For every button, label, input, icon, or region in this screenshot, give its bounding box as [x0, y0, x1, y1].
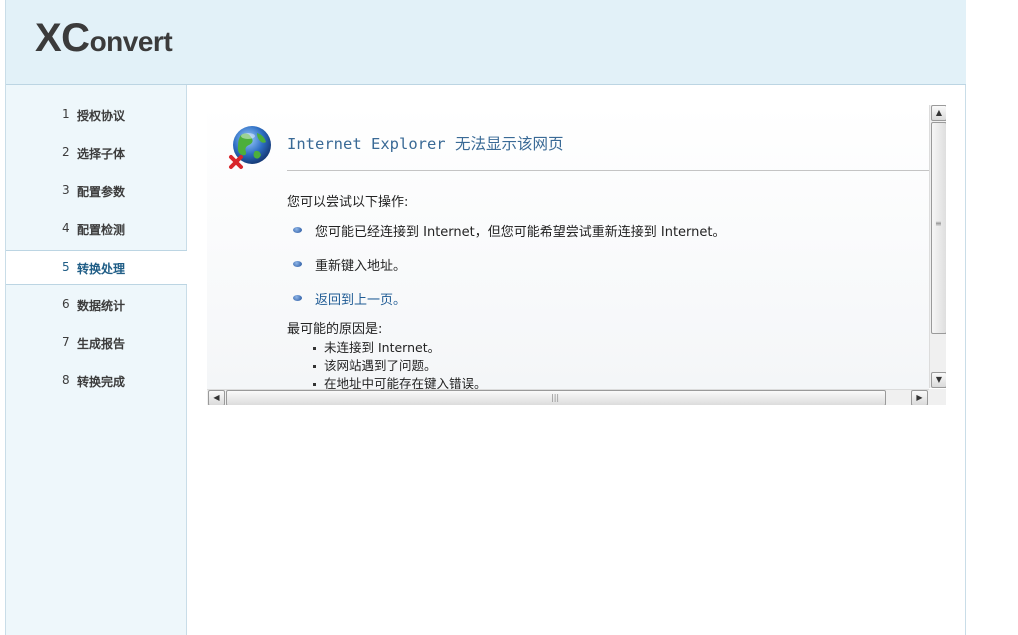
step-number: 4: [62, 221, 70, 235]
scroll-left-button[interactable]: ◀: [208, 390, 225, 405]
reason-text: 未连接到 Internet。: [324, 340, 441, 355]
bullet-icon: [313, 347, 316, 350]
step-conversion-complete[interactable]: 8 转换完成: [6, 362, 186, 400]
step-config-check[interactable]: 4 配置检测: [6, 210, 186, 248]
suggestion-retype-address: 重新键入地址。: [315, 259, 407, 274]
suggestion-reconnect: 您可能已经连接到 Internet，但您可能希望尝试重新连接到 Internet…: [315, 225, 726, 240]
bullet-icon: [313, 365, 316, 368]
step-configure-params[interactable]: 3 配置参数: [6, 172, 186, 210]
reason-item: 未连接到 Internet。: [313, 337, 440, 356]
step-number: 5: [62, 260, 70, 274]
step-data-statistics[interactable]: 6 数据统计: [6, 286, 186, 324]
vertical-scrollbar[interactable]: ▲ ≡ ▼: [929, 105, 946, 388]
bullet-icon: [293, 227, 302, 233]
bullet-icon: [293, 261, 302, 267]
step-label: 转换处理: [77, 262, 126, 276]
grip-icon: ≡: [935, 219, 942, 228]
logo-big: XC: [35, 16, 90, 60]
step-number: 8: [62, 373, 70, 387]
ie-error-page: Internet Explorer 无法显示该网页 您可以尝试以下操作: 您可能…: [207, 105, 929, 390]
scrollbar-corner: [929, 389, 946, 405]
scroll-up-button[interactable]: ▲: [931, 105, 946, 121]
logo-small: onvert: [89, 26, 173, 57]
try-heading: 您可以尝试以下操作:: [287, 195, 409, 210]
globe-error-icon: [229, 126, 271, 169]
header: XConvert: [6, 0, 966, 85]
step-label: 生成报告: [77, 337, 126, 351]
horizontal-scroll-thumb[interactable]: |||: [226, 390, 886, 405]
bullet-icon: [313, 383, 316, 386]
reason-text: 该网站遇到了问题。: [324, 358, 437, 373]
reason-heading: 最可能的原因是:: [287, 322, 383, 337]
step-conversion-processing[interactable]: 5 转换处理: [6, 250, 187, 285]
scroll-down-button[interactable]: ▼: [931, 372, 946, 388]
step-label: 数据统计: [77, 299, 126, 313]
grip-icon: |||: [551, 393, 560, 402]
embedded-browser-frame: Internet Explorer 无法显示该网页 您可以尝试以下操作: 您可能…: [207, 105, 946, 405]
app-logo: XConvert: [35, 16, 173, 61]
wizard-steps-sidebar: 1 授权协议 2 选择子体 3 配置参数 4 配置检测 5 转换处理 6 数据统…: [6, 85, 187, 635]
step-generate-report[interactable]: 7 生成报告: [6, 324, 186, 362]
go-back-link[interactable]: 返回到上一页。: [315, 289, 406, 308]
step-number: 6: [62, 297, 70, 311]
step-number: 2: [62, 145, 70, 159]
scroll-right-button[interactable]: ▶: [911, 390, 928, 405]
step-label: 选择子体: [77, 147, 126, 161]
vertical-scroll-thumb[interactable]: ≡: [931, 122, 946, 334]
step-select-font[interactable]: 2 选择子体: [6, 134, 186, 172]
reason-text: 在地址中可能存在键入错误。: [324, 376, 487, 390]
bullet-icon: [293, 295, 302, 301]
reason-item: 在地址中可能存在键入错误。: [313, 373, 487, 390]
step-number: 3: [62, 183, 70, 197]
step-number: 7: [62, 335, 70, 349]
step-label: 转换完成: [77, 375, 126, 389]
horizontal-scrollbar[interactable]: ◀ ||| ▶: [207, 389, 929, 405]
step-label: 配置参数: [77, 185, 126, 199]
divider: [287, 170, 929, 171]
step-label: 授权协议: [77, 109, 126, 123]
step-label: 配置检测: [77, 223, 126, 237]
reason-item: 该网站遇到了问题。: [313, 355, 437, 374]
step-number: 1: [62, 107, 70, 121]
ie-error-title: Internet Explorer 无法显示该网页: [287, 135, 564, 153]
step-license[interactable]: 1 授权协议: [6, 96, 186, 134]
